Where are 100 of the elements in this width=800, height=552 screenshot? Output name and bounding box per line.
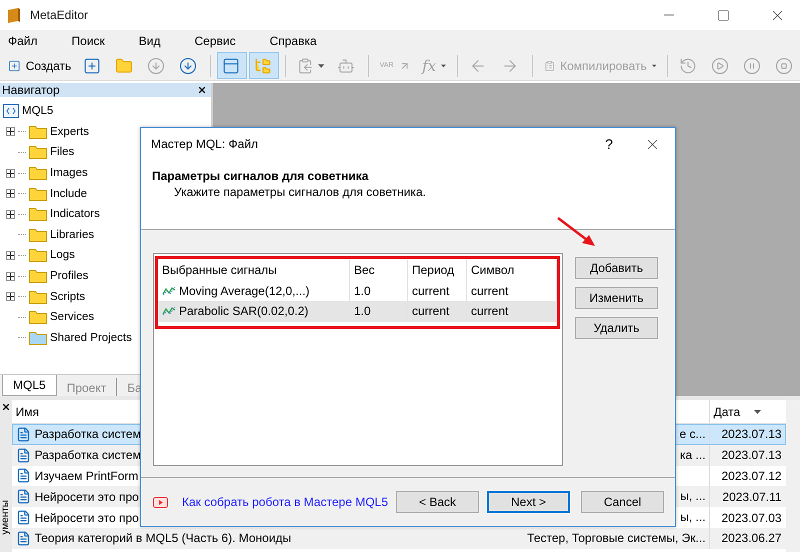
tree-item[interactable]: Shared Projects bbox=[50, 332, 132, 344]
help-link[interactable]: Как собрать робота в Мастере MQL5 bbox=[182, 495, 388, 509]
video-icon bbox=[153, 496, 168, 508]
list-cell: Parabolic SAR(0.02,0.2) bbox=[179, 304, 308, 318]
menu-item[interactable]: Вид bbox=[132, 34, 168, 48]
tree-item[interactable]: Scripts bbox=[50, 290, 86, 303]
expand-icon[interactable] bbox=[6, 272, 15, 281]
stop-icon bbox=[774, 56, 793, 74]
list-cell: current bbox=[471, 284, 508, 298]
document-icon bbox=[16, 489, 31, 504]
column-header[interactable]: Имя bbox=[16, 404, 39, 418]
new-file-icon bbox=[83, 56, 102, 74]
close-icon[interactable] bbox=[0, 402, 11, 412]
signal-icon bbox=[162, 306, 176, 316]
code-icon bbox=[3, 104, 19, 118]
tab[interactable]: MQL5 bbox=[2, 375, 57, 396]
dialog-button[interactable]: < Back bbox=[396, 491, 480, 513]
column-header[interactable]: Период bbox=[412, 263, 454, 278]
table-cell: Разработка систем bbox=[34, 448, 141, 462]
list-cell: Moving Average(12,0,...) bbox=[179, 284, 310, 298]
menu-item[interactable]: Файл bbox=[2, 34, 46, 48]
menu-item[interactable]: Справка bbox=[264, 34, 325, 48]
layout-icon bbox=[222, 56, 240, 74]
expand-icon[interactable] bbox=[6, 127, 15, 136]
tree-item[interactable]: Libraries bbox=[50, 228, 94, 241]
robot-icon bbox=[336, 56, 355, 74]
dialog-button[interactable]: Удалить bbox=[575, 317, 658, 339]
pointer-arrow bbox=[555, 215, 597, 249]
tree-item[interactable]: Profiles bbox=[50, 270, 88, 282]
expand-icon[interactable] bbox=[6, 250, 15, 260]
download-icon bbox=[147, 56, 166, 74]
tree-item[interactable]: Images bbox=[50, 167, 88, 180]
list-row[interactable]: Parabolic SAR(0.02,0.2) 1.0 current current bbox=[158, 301, 557, 322]
menu-item[interactable]: Сервис bbox=[188, 34, 244, 48]
column-header[interactable]: Символ bbox=[471, 263, 514, 278]
document-icon bbox=[16, 530, 31, 546]
table-cell-text: 2023.07.11 bbox=[721, 490, 783, 504]
document-icon bbox=[16, 448, 31, 463]
caret-icon bbox=[652, 64, 656, 68]
dialog-button[interactable]: Next > bbox=[487, 491, 570, 513]
expand-icon[interactable] bbox=[6, 210, 15, 219]
dialog-button[interactable]: Добавить bbox=[575, 257, 658, 279]
table-cell: ы, ... bbox=[680, 489, 706, 504]
table-cell: ка ... bbox=[680, 448, 706, 462]
tree-item[interactable]: Indicators bbox=[50, 208, 100, 220]
document-icon bbox=[16, 468, 31, 484]
caret-icon bbox=[441, 64, 446, 68]
panel-title: Навигатор bbox=[2, 83, 60, 97]
table-cell-text: 2023.07.03 bbox=[720, 510, 783, 525]
table-cell: Нейросети это про bbox=[34, 490, 139, 504]
table-cell-text: 2023.07.13 bbox=[720, 448, 783, 462]
tree-item[interactable]: MQL5 bbox=[22, 105, 54, 118]
close-icon[interactable] bbox=[197, 85, 207, 95]
table-cell: е с... bbox=[680, 427, 706, 441]
scrollbar[interactable] bbox=[786, 400, 800, 552]
help-button[interactable]: ? bbox=[589, 136, 629, 152]
panel-title: ументы bbox=[0, 500, 12, 537]
column-header[interactable]: Дата bbox=[714, 404, 740, 418]
tree-item[interactable]: Include bbox=[50, 188, 88, 200]
folder-icon bbox=[115, 56, 134, 74]
maximize-icon[interactable] bbox=[716, 8, 730, 22]
expand-icon[interactable] bbox=[6, 292, 15, 302]
caret-icon bbox=[318, 64, 325, 68]
tree-item[interactable]: Files bbox=[50, 146, 74, 158]
dialog-button[interactable]: Cancel bbox=[581, 491, 664, 513]
list-cell: 1.0 bbox=[354, 304, 371, 318]
menu-item[interactable]: Поиск bbox=[66, 34, 113, 48]
heading: Параметры сигналов для советника bbox=[152, 169, 370, 183]
layout-button[interactable] bbox=[217, 52, 248, 79]
tree-item[interactable]: Logs bbox=[50, 249, 75, 262]
window-title: MetaEditor bbox=[30, 8, 90, 22]
play-icon bbox=[710, 56, 729, 74]
table-cell: Теория категорий в MQL5 (Часть 6). Моноиды bbox=[34, 531, 292, 546]
navigator-icon bbox=[254, 56, 272, 74]
expand-icon[interactable] bbox=[6, 189, 15, 198]
subheading: Укажите параметры сигналов для советника. bbox=[173, 185, 427, 199]
document-icon bbox=[16, 426, 31, 442]
history-icon bbox=[678, 56, 697, 74]
tree-item[interactable]: Experts bbox=[50, 126, 89, 138]
list-cell: current bbox=[412, 304, 450, 318]
list-cell: current bbox=[471, 304, 508, 318]
new-file-button[interactable]: Создать bbox=[3, 52, 76, 79]
document-icon bbox=[16, 510, 31, 526]
column-header[interactable]: Вес bbox=[354, 263, 375, 278]
list-cell: current bbox=[412, 284, 450, 298]
column-header[interactable]: Выбранные сигналы bbox=[162, 263, 277, 278]
list-cell: 1.0 bbox=[354, 284, 371, 298]
table-cell: Нейросети это про bbox=[34, 510, 139, 525]
caret-icon bbox=[754, 410, 762, 414]
table-row[interactable]: Теория категорий в MQL5 (Часть 6). Моноиды Тестер, Торговые системы, Эк... 2023.06.27 bbox=[12, 528, 786, 549]
app-logo-icon bbox=[6, 6, 22, 24]
pause-icon bbox=[742, 56, 761, 74]
table-cell: ы, ... bbox=[680, 510, 706, 524]
dialog-button[interactable]: Изменить bbox=[575, 287, 658, 309]
tree-item[interactable]: Services bbox=[50, 311, 94, 324]
table-cell: Тестер, Торговые системы, Эк... bbox=[527, 530, 706, 545]
download-icon bbox=[179, 56, 198, 74]
table-cell-text: 2023.07.13 bbox=[720, 427, 783, 442]
expand-icon[interactable] bbox=[6, 168, 15, 178]
clipboard-icon bbox=[297, 56, 314, 74]
